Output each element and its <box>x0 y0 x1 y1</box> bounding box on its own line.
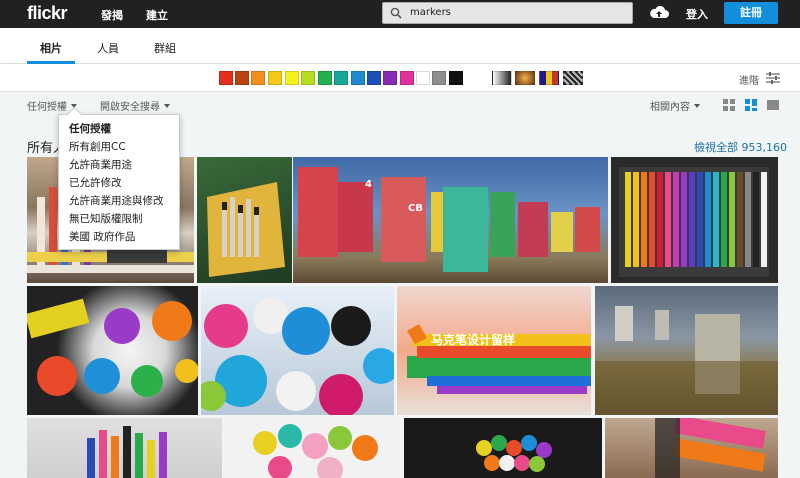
chevron-down-icon <box>694 104 700 108</box>
login-link[interactable]: 登入 <box>686 6 708 22</box>
upload-cloud-icon[interactable] <box>649 4 669 20</box>
marker-pen <box>721 172 727 267</box>
svg-text:CB: CB <box>408 203 423 214</box>
filter-row: 任何授權 開啟安全搜尋 相關內容 <box>0 92 800 116</box>
color-swatch-white[interactable] <box>416 71 430 85</box>
color-swatch-lime[interactable] <box>301 71 315 85</box>
marker-pen <box>753 172 759 267</box>
cemetery-stones-image <box>595 306 778 415</box>
safe-search-filter[interactable]: 開啟安全搜尋 <box>100 98 170 113</box>
marker-design-sample-image: 马克笔设计留样 <box>407 324 591 394</box>
tab-groups[interactable]: 群組 <box>154 40 176 56</box>
photo-tile[interactable] <box>611 157 778 283</box>
marker-pen <box>681 172 687 267</box>
marker-bundle-top-image <box>476 435 552 472</box>
chevron-down-icon <box>164 104 170 108</box>
color-swatch-gray[interactable] <box>432 71 446 85</box>
color-filter-bar: 進階 <box>0 64 800 92</box>
style-swatch-shallow-depth[interactable] <box>515 71 535 85</box>
color-swatch-orange[interactable] <box>251 71 265 85</box>
justified-view-icon[interactable] <box>745 99 757 111</box>
photo-tile[interactable]: 马克笔设计留样 <box>397 286 591 415</box>
color-swatch-navy[interactable] <box>367 71 381 85</box>
sort-label: 相關內容 <box>650 102 690 113</box>
marker-set-image <box>619 167 769 277</box>
marker-pen <box>729 172 735 267</box>
marker-pen <box>761 172 767 267</box>
marker-pen <box>657 172 663 267</box>
photo-tile[interactable] <box>197 157 292 283</box>
color-swatch-dark-orange[interactable] <box>235 71 249 85</box>
license-option-commercial[interactable]: 允許商業用途 <box>69 157 132 172</box>
safe-search-label: 開啟安全搜尋 <box>100 102 160 113</box>
photo-tile[interactable] <box>27 418 222 478</box>
license-option-modifications[interactable]: 已允許修改 <box>69 175 122 190</box>
advanced-link[interactable]: 進階 <box>739 72 759 87</box>
photo-tile[interactable] <box>605 418 778 478</box>
color-swatch-yellow[interactable] <box>285 71 299 85</box>
photo-overlay-text: 马克笔设计留样 <box>431 332 515 347</box>
style-swatch-black-white[interactable] <box>492 71 512 85</box>
photo-tile[interactable]: 4 CB <box>293 157 608 283</box>
search-input[interactable]: markers <box>382 2 633 24</box>
tab-people[interactable]: 人員 <box>97 40 119 56</box>
marker-pen <box>713 172 719 267</box>
view-all-link[interactable]: 檢視全部 953,160 <box>694 139 787 155</box>
license-option-no-known-copyright[interactable]: 無已知版權限制 <box>69 211 143 226</box>
license-dropdown-menu: 任何授權 所有創用CC 允許商業用途 已允許修改 允許商業用途與修改 無已知版權… <box>58 114 180 250</box>
color-swatch-pink[interactable] <box>400 71 414 85</box>
marker-pen <box>737 172 743 267</box>
marker-pen <box>745 172 751 267</box>
license-option-us-government[interactable]: 美國 政府作品 <box>69 229 135 244</box>
markers-in-cup-image <box>87 426 167 478</box>
svg-text:4: 4 <box>365 179 372 190</box>
marker-box-image <box>207 182 285 277</box>
search-tabs: 相片 人員 群組 <box>0 28 800 64</box>
top-nav-bar: flickr 發揭 建立 markers 登入 註冊 <box>0 0 800 28</box>
photo-tile[interactable] <box>404 418 602 478</box>
marker-pen <box>649 172 655 267</box>
color-swatch-black[interactable] <box>449 71 463 85</box>
grid-view-icon[interactable] <box>723 99 735 111</box>
style-swatch-pattern[interactable] <box>563 71 583 85</box>
style-swatch-minimalist[interactable] <box>539 71 559 85</box>
sort-filter[interactable]: 相關內容 <box>650 98 700 113</box>
photo-tile[interactable] <box>595 286 778 415</box>
orange-markers-image <box>655 418 766 478</box>
marker-pen <box>641 172 647 267</box>
color-swatch-red[interactable] <box>219 71 233 85</box>
tab-photos[interactable]: 相片 <box>40 40 62 56</box>
marker-pen <box>673 172 679 267</box>
flickr-logo[interactable]: flickr <box>27 3 68 24</box>
license-option-any[interactable]: 任何授權 <box>69 121 111 136</box>
photo-tile[interactable] <box>27 286 198 415</box>
marker-pen <box>665 172 671 267</box>
marker-pen <box>633 172 639 267</box>
marker-bundle-image <box>201 298 394 415</box>
marker-pen <box>705 172 711 267</box>
license-option-commercial-modifications[interactable]: 允許商業用途與修改 <box>69 193 164 208</box>
color-swatch-green[interactable] <box>318 71 332 85</box>
search-value: markers <box>410 7 451 18</box>
marker-pen <box>697 172 703 267</box>
marker-caps-closeup-image <box>27 298 198 397</box>
license-filter-label: 任何授權 <box>27 102 67 113</box>
marker-pen <box>689 172 695 267</box>
sliders-icon[interactable] <box>766 72 780 84</box>
photo-tile[interactable] <box>225 418 401 478</box>
color-swatch-blue[interactable] <box>351 71 365 85</box>
signup-button[interactable]: 註冊 <box>724 2 778 24</box>
color-swatch-gold[interactable] <box>268 71 282 85</box>
color-swatch-teal[interactable] <box>334 71 348 85</box>
colorful-chairs-image: 4 CB <box>298 167 600 272</box>
color-swatch-purple[interactable] <box>383 71 397 85</box>
nav-create[interactable]: 建立 <box>146 7 168 23</box>
license-option-all-cc[interactable]: 所有創用CC <box>69 139 126 154</box>
nav-explore[interactable]: 發揭 <box>101 7 123 23</box>
marker-pen <box>625 172 631 267</box>
pastel-markers-image <box>253 424 378 478</box>
search-icon <box>390 7 402 19</box>
photo-tile[interactable] <box>201 286 394 415</box>
large-view-icon[interactable] <box>767 99 779 111</box>
